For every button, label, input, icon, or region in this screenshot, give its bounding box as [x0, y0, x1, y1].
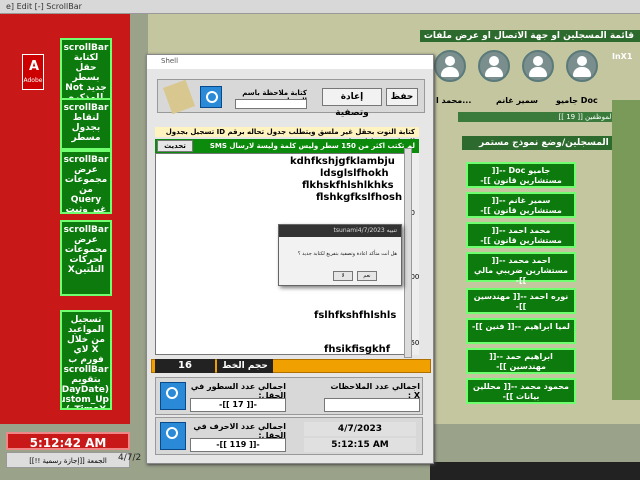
lines-total-value: -[[ 17 ]]- [190, 398, 286, 412]
confirm-messagebox: تنبيه tsunami4/7/2023 هل أنت متأكد اعادة… [278, 224, 402, 286]
font-size-value: 16 [155, 359, 215, 373]
sidebar-button-5[interactable]: تسجيل المواعيد من خلال X لاي فورم ب scro… [60, 310, 112, 410]
green-bar-text: لم تكتب اكثر من 150 سطر وليس كلمة وليسة … [209, 142, 415, 150]
avatar-icon[interactable] [478, 50, 510, 82]
person-button[interactable]: احمد محمد --[[ مستشارين ضريبي مالي ]]- [466, 252, 576, 285]
messagebox-title: تنبيه tsunami4/7/2023 [279, 225, 401, 237]
contacts-header: قائمة المسجلين او جهة الاتصال او عرض ملف… [420, 30, 640, 42]
person-button[interactable]: لميا ابراهيم --[[ فنين ]]- [466, 318, 576, 344]
person-button[interactable]: محمد احمد --[[ مستشارين قانون ]]- [466, 222, 576, 248]
font-size-row: 16 حجم الخط [155, 359, 275, 375]
search-icon[interactable] [160, 422, 186, 450]
adobe-logo: Adobe [22, 54, 44, 90]
person-button[interactable]: جاميو Doc --[[ مستشارين قانون ]]- [466, 162, 576, 188]
text-line: ldsglslfhokh [320, 168, 389, 179]
inx-label: InX1 [612, 52, 633, 61]
person-button[interactable]: محمود محمد --[[ محللين بيانات ]]- [466, 378, 576, 404]
reset-button[interactable]: إعادة وتصفية [322, 88, 382, 118]
text-line: flkhskfhlshlkhks [302, 180, 394, 191]
video-controls-bar [430, 462, 640, 480]
search-icon[interactable] [160, 382, 186, 410]
person-button[interactable]: نوره احمد --[[ مهندسين ]]- [466, 288, 576, 314]
contact-label: جاميو Doc [556, 96, 598, 105]
clock: 5:12:42 AM [6, 432, 130, 450]
avatar-icon[interactable] [522, 50, 554, 82]
person-button[interactable]: سمير غانم --[[ مستشارين قانون ]]- [466, 192, 576, 218]
holiday-text: الجمعة [[إجازة رسمية !!]] [6, 452, 130, 468]
save-button[interactable]: حفظ [386, 88, 418, 106]
text-line: kdhfkshjgfklambju [290, 156, 395, 167]
dialog-time: 5:12:15 AM [304, 438, 416, 452]
sidebar-button-2[interactable]: scrollBar لنقاط بجدول مسطر [60, 98, 112, 150]
refresh-button[interactable]: تحديث [157, 140, 193, 152]
stats-section-1: اجمالي عدد الملاحظات X : اجمالي عدد السط… [155, 377, 423, 415]
person-button[interactable]: ابراهيم حمد --[[ مهندسين ]]- [466, 348, 576, 374]
sidebar-button-4[interactable]: scrollBar عرض مجموعات لحركات التلتينX [60, 220, 112, 296]
stats-section-2: اجمالي عدد الاحرف في الحقل: -[[ 119 ]]- … [155, 417, 423, 455]
contact-label: سمير غانم [496, 96, 539, 105]
sidebar-button-3[interactable]: scrollBar عرض مجموعات من Query غير وثيت … [60, 150, 112, 214]
no-button[interactable]: لا [333, 271, 353, 281]
text-line: fhsikfisgkhf [324, 344, 391, 355]
dialog-date: 4/7/2023 [304, 422, 416, 436]
contact-label: محمد ا... [436, 96, 472, 105]
date-text: 4/7/2 [118, 453, 142, 463]
info-bar: كتابة النوت بحقل غير ملسق ويتطلب جدول تح… [155, 127, 419, 146]
text-line: flshkgfkslfhosh [316, 192, 403, 203]
note-name-input[interactable] [235, 99, 307, 109]
inner-divider [404, 148, 412, 358]
window-title: e] Edit [-] ScrollBar [0, 0, 640, 14]
font-size-label: حجم الخط [217, 359, 273, 373]
search-icon[interactable] [200, 86, 222, 108]
yes-button[interactable]: نعم [357, 271, 377, 281]
dialog-title: Shell [147, 55, 433, 69]
green-bar: لم تكتب اكثر من 150 سطر وليس كلمة وليسة … [155, 139, 419, 153]
avatar-icon[interactable] [566, 50, 598, 82]
right-edge-panel [612, 100, 640, 400]
avatar-icon[interactable] [434, 50, 466, 82]
notes-total-field [324, 398, 420, 412]
left-sidebar: Adobe scrollBar لكتابة حقل بسطر جديد Not… [0, 14, 130, 424]
text-line: fslhfkshfhlshls [314, 310, 397, 321]
chars-total-value: -[[ 119 ]]- [190, 438, 286, 452]
messagebox-text: هل أنت متأكد اعادة وتصفية بتفريغ لكتابة … [297, 251, 397, 257]
